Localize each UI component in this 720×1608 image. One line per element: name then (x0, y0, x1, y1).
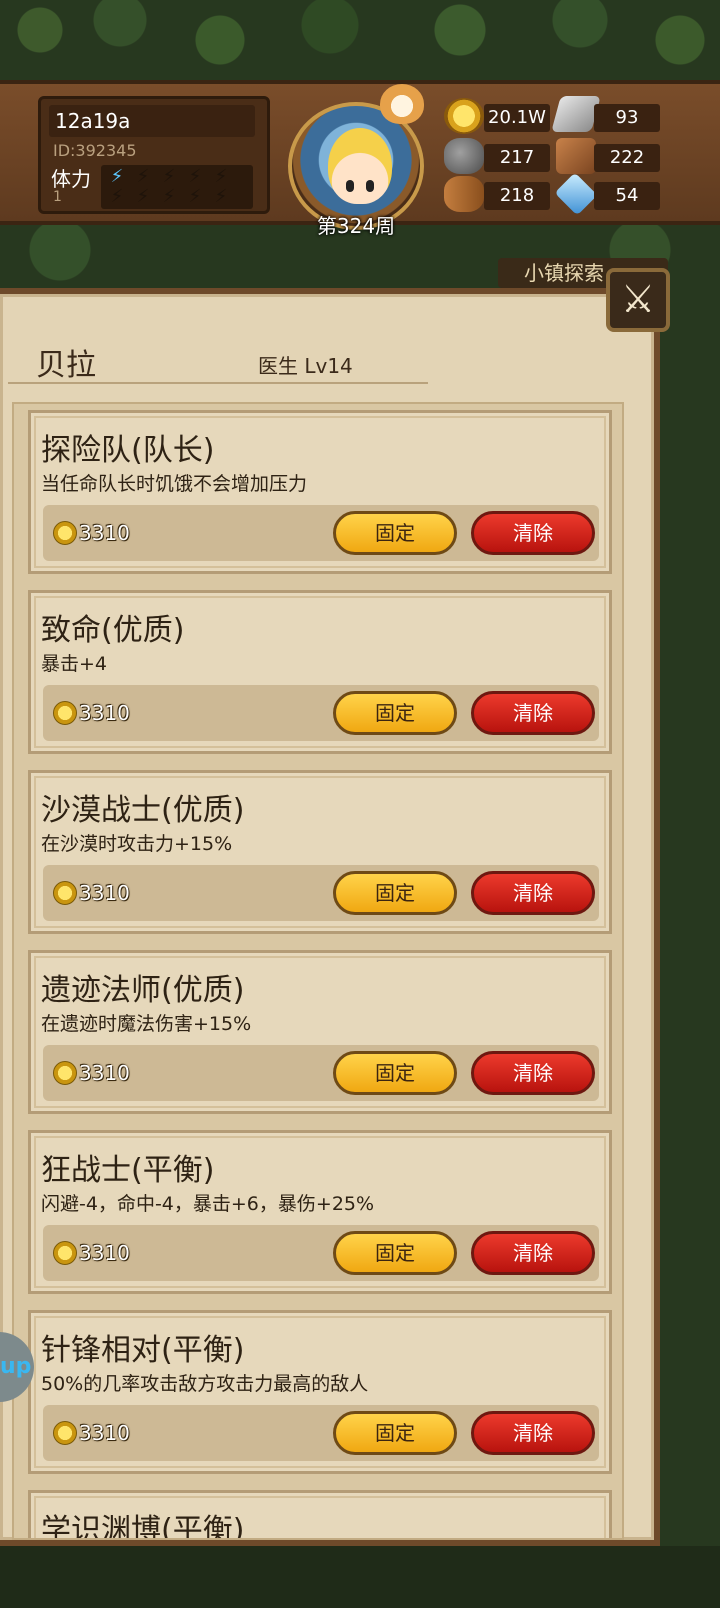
stone-amount: 217 (484, 144, 550, 172)
hero-eye (366, 180, 374, 192)
trait-cost: 3310 (79, 701, 130, 725)
fix-button[interactable]: 固定 (333, 1051, 457, 1095)
clear-button[interactable]: 清除 (471, 871, 595, 915)
dog-pet-icon (380, 84, 424, 124)
lightning-icon: ⚡ (188, 186, 202, 207)
lightning-icon: ⚡ (136, 166, 150, 187)
leather-icon (556, 138, 596, 174)
fix-button[interactable]: 固定 (333, 691, 457, 735)
trait-action-bar: 3310 固定 清除 (43, 1405, 599, 1461)
clear-button[interactable]: 清除 (471, 1051, 595, 1095)
fix-button[interactable]: 固定 (333, 511, 457, 555)
gold-coin-icon (53, 881, 77, 905)
trait-action-bar: 3310 固定 清除 (43, 865, 599, 921)
trait-panel: 贝拉 医生 Lv14 探险队(队长) 当任命队长时饥饿不会增加压力 3310 固… (0, 288, 660, 1546)
clear-button[interactable]: 清除 (471, 511, 595, 555)
trait-action-bar: 3310 固定 清除 (43, 505, 599, 561)
hero-avatar (328, 128, 392, 204)
stone-ore-icon (444, 138, 484, 174)
trait-title: 遗迹法师(优质) (41, 973, 245, 1008)
hero-portrait[interactable]: 第324周 (272, 84, 442, 238)
crossed-swords-icon: ⚔ (620, 277, 656, 321)
trait-card: 遗迹法师(优质) 在遗迹时魔法伤害+15% 3310 固定 清除 (28, 950, 612, 1114)
trait-cost: 3310 (79, 521, 130, 545)
trait-description: 暴击+4 (41, 653, 108, 675)
trait-card: 针锋相对(平衡) 50%的几率攻击敌方攻击力最高的敌人 3310 固定 清除 (28, 1310, 612, 1474)
trait-card: 学识渊博(平衡) (28, 1490, 612, 1540)
leather-amount: 222 (594, 144, 660, 172)
hero-name: 贝拉 (36, 348, 96, 383)
hero-eye (346, 180, 354, 192)
crystal-amount: 54 (594, 182, 660, 210)
gold-amount: 20.1W (484, 104, 550, 132)
lightning-icon: ⚡ (110, 166, 124, 187)
gold-coin-icon (53, 1241, 77, 1265)
gold-coin-icon (53, 701, 77, 725)
trait-cost: 3310 (79, 1061, 130, 1085)
trait-description: 50%的几率攻击敌方攻击力最高的敌人 (41, 1373, 369, 1395)
trait-title: 探险队(队长) (41, 433, 215, 468)
iron-amount: 93 (594, 104, 660, 132)
trait-action-bar: 3310 固定 清除 (43, 1045, 599, 1101)
player-id: ID:392345 (53, 141, 137, 160)
trait-card: 致命(优质) 暴击+4 3310 固定 清除 (28, 590, 612, 754)
trait-title: 针锋相对(平衡) (41, 1333, 245, 1368)
wood-amount: 218 (484, 182, 550, 210)
trait-action-bar: 3310 固定 清除 (43, 685, 599, 741)
trait-description: 在遗迹时魔法伤害+15% (41, 1013, 252, 1035)
fix-button[interactable]: 固定 (333, 1231, 457, 1275)
fix-button[interactable]: 固定 (333, 871, 457, 915)
trait-card: 沙漠战士(优质) 在沙漠时攻击力+15% 3310 固定 清除 (28, 770, 612, 934)
trait-description: 闪避-4，命中-4，暴击+6，暴伤+25% (41, 1193, 375, 1215)
trait-title: 狂战士(平衡) (41, 1153, 215, 1188)
stamina-label: 体力 (51, 167, 91, 191)
clear-button[interactable]: 清除 (471, 1411, 595, 1455)
lightning-icon: ⚡ (162, 166, 176, 187)
wood-log-icon (444, 176, 484, 212)
hero-class-level: 医生 Lv14 (258, 354, 353, 378)
trait-title: 学识渊博(平衡) (41, 1513, 245, 1540)
trait-cost: 3310 (79, 881, 130, 905)
close-button[interactable]: ⚔ (606, 268, 670, 332)
trait-description: 当任命队长时饥饿不会增加压力 (41, 473, 308, 495)
stamina-bar: ⚡ ⚡ ⚡ ⚡ ⚡ ⚡ ⚡ ⚡ ⚡ ⚡ (101, 165, 253, 209)
title-divider (8, 382, 428, 384)
week-label: 第324周 (316, 214, 396, 238)
lightning-icon: ⚡ (162, 186, 176, 207)
lightning-icon: ⚡ (188, 166, 202, 187)
trait-description: 在沙漠时攻击力+15% (41, 833, 233, 855)
clear-button[interactable]: 清除 (471, 691, 595, 735)
lightning-icon: ⚡ (136, 186, 150, 207)
trait-list[interactable]: 探险队(队长) 当任命队长时饥饿不会增加压力 3310 固定 清除 致命(优质)… (12, 402, 624, 1540)
trait-card: 狂战士(平衡) 闪避-4，命中-4，暴击+6，暴伤+25% 3310 固定 清除 (28, 1130, 612, 1294)
player-name: 12a19a (49, 105, 255, 137)
trait-title: 致命(优质) (41, 613, 185, 648)
trait-card: 探险队(队长) 当任命队长时饥饿不会增加压力 3310 固定 清除 (28, 410, 612, 574)
lightning-icon: ⚡ (214, 186, 228, 207)
clear-button[interactable]: 清除 (471, 1231, 595, 1275)
gold-coin-icon (53, 1061, 77, 1085)
gold-coin-icon (53, 1421, 77, 1445)
gold-coin-icon (53, 521, 77, 545)
trait-cost: 3310 (79, 1421, 130, 1445)
trait-title: 沙漠战士(优质) (41, 793, 245, 828)
fix-button[interactable]: 固定 (333, 1411, 457, 1455)
player-info-panel[interactable]: 12a19a ID:392345 体力 1 ⚡ ⚡ ⚡ ⚡ ⚡ ⚡ ⚡ ⚡ ⚡ … (38, 96, 270, 214)
bottom-background (0, 1546, 720, 1608)
stamina-count: 1 (53, 189, 62, 205)
trait-action-bar: 3310 固定 清除 (43, 1225, 599, 1281)
trait-cost: 3310 (79, 1241, 130, 1265)
gold-coin-icon (444, 98, 484, 134)
lightning-icon: ⚡ (110, 186, 124, 207)
lightning-icon: ⚡ (214, 166, 228, 187)
